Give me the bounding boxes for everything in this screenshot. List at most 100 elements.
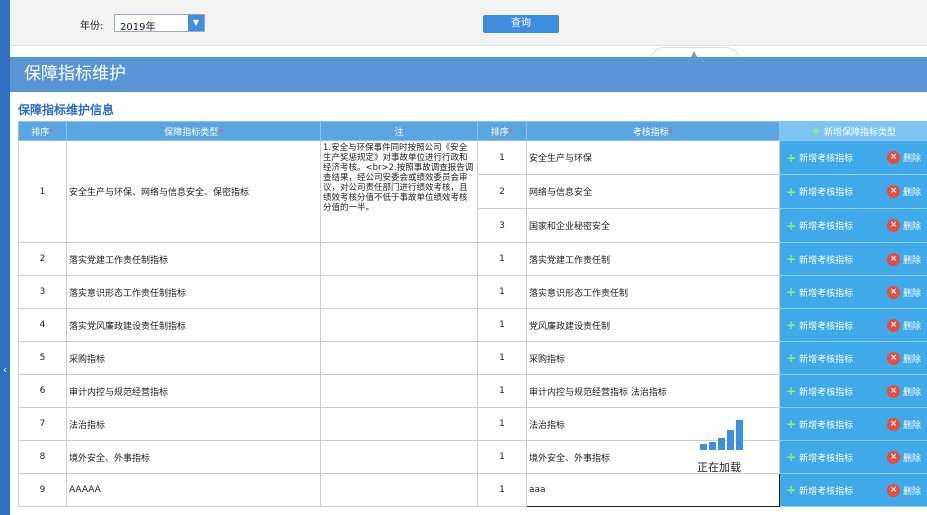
type-name-cell[interactable]: 落实意识形态工作责任制指标 bbox=[66, 275, 321, 309]
note-cell[interactable] bbox=[320, 374, 478, 408]
assess-name-cell[interactable]: 党风廉政建设责任制 bbox=[526, 308, 780, 342]
delete-button[interactable]: × 删除 bbox=[886, 384, 921, 398]
row-actions: + 新增考核指标 × 删除 bbox=[779, 174, 927, 209]
add-assess-button[interactable]: + 新增考核指标 bbox=[786, 385, 853, 398]
delete-button[interactable]: × 删除 bbox=[886, 351, 921, 365]
assess-name-cell[interactable]: 审计内控与规范经营指标 法治指标 bbox=[526, 374, 780, 408]
add-assess-button[interactable]: + 新增考核指标 bbox=[786, 185, 854, 199]
assess-order-cell[interactable]: 1 bbox=[477, 374, 527, 408]
plus-icon: + bbox=[786, 450, 797, 464]
type-name-cell[interactable]: 审计内控与规范经营指标 bbox=[66, 374, 321, 408]
type-order-cell[interactable]: 7 bbox=[18, 407, 67, 441]
type-name-cell[interactable]: 法治指标 bbox=[66, 407, 321, 441]
note-cell[interactable] bbox=[320, 473, 478, 507]
type-order-cell[interactable]: 6 bbox=[18, 374, 67, 408]
assess-order-cell[interactable]: 1 bbox=[477, 440, 527, 474]
assess-name-cell[interactable]: aaa bbox=[526, 473, 780, 507]
delete-button[interactable]: × 删除 bbox=[886, 151, 921, 164]
note-cell[interactable] bbox=[320, 242, 478, 276]
assess-name-cell[interactable]: 国家和企业秘密安全 bbox=[526, 208, 780, 243]
assess-order-cell[interactable]: 2 bbox=[477, 174, 527, 209]
add-assess-button[interactable]: + 新增考核指标 bbox=[786, 352, 853, 365]
add-assess-button[interactable]: + 新增考核指标 bbox=[786, 484, 853, 497]
add-assess-label: 新增考核指标 bbox=[799, 188, 854, 198]
type-order-cell[interactable]: 2 bbox=[18, 242, 67, 276]
col-header-type[interactable]: 保障指标类型* bbox=[66, 121, 321, 141]
col-header-note[interactable]: 注 bbox=[320, 121, 478, 141]
assess-order-cell[interactable]: 1 bbox=[477, 140, 527, 175]
assess-name-cell[interactable]: 安全生产与环保 bbox=[526, 140, 780, 175]
col-header-order2[interactable]: 排序* bbox=[477, 121, 527, 141]
section-title: 保障指标维护信息 bbox=[18, 103, 115, 117]
add-assess-label: 新增考核指标 bbox=[799, 486, 854, 497]
indicator-table: 排序* 保障指标类型* 注 排序* 考核指标* + 新增保障指标类型 1 安全生产与… bbox=[18, 121, 927, 507]
delete-label: 删除 bbox=[902, 420, 921, 431]
row-actions: + 新增考核指标 × 删除 bbox=[779, 341, 927, 375]
plus-icon: + bbox=[786, 150, 797, 165]
delete-button[interactable]: × 删除 bbox=[886, 483, 921, 497]
add-assess-button[interactable]: + 新增考核指标 bbox=[786, 286, 853, 299]
note-cell[interactable] bbox=[320, 440, 478, 474]
col-header-assess[interactable]: 考核指标* bbox=[526, 121, 780, 141]
assess-order-cell[interactable]: 1 bbox=[477, 473, 527, 507]
assess-order-cell[interactable]: 3 bbox=[477, 208, 527, 243]
plus-icon: + bbox=[786, 384, 797, 398]
assess-order-cell[interactable]: 1 bbox=[477, 242, 527, 276]
delete-button[interactable]: × 删除 bbox=[886, 417, 921, 431]
query-button[interactable]: 查询 bbox=[483, 15, 559, 33]
type-name-cell[interactable]: 落实党建工作责任制指标 bbox=[66, 242, 321, 276]
type-name-cell[interactable]: 安全生产与环保、网络与信息安全、保密指标 bbox=[66, 140, 321, 243]
type-order-cell[interactable]: 8 bbox=[18, 440, 67, 474]
type-order-cell[interactable]: 3 bbox=[18, 275, 67, 309]
add-assess-button[interactable]: + 新增考核指标 bbox=[786, 418, 853, 431]
row-actions: + 新增考核指标 × 删除 bbox=[779, 374, 927, 408]
delete-button[interactable]: × 删除 bbox=[886, 318, 921, 332]
delete-button[interactable]: × 删除 bbox=[886, 285, 921, 299]
chevron-left-icon[interactable]: ‹ bbox=[0, 360, 10, 380]
year-select[interactable]: 2019年 ▼ bbox=[114, 14, 205, 33]
assess-name-cell[interactable]: 落实意识形态工作责任制 bbox=[526, 275, 780, 309]
type-name-cell[interactable]: 落实党风廉政建设责任制指标 bbox=[66, 308, 321, 342]
type-order-cell[interactable]: 9 bbox=[18, 473, 67, 507]
note-cell[interactable]: 1.安全与环保事件同时按照公司《安全生产奖惩规定》对事故单位进行行政和经济考核。… bbox=[320, 140, 478, 243]
close-circle-icon: × bbox=[886, 351, 900, 365]
add-assess-button[interactable]: + 新增考核指标 bbox=[786, 219, 853, 233]
delete-button[interactable]: × 删除 bbox=[886, 252, 921, 266]
assess-name-cell[interactable]: 采购指标 bbox=[526, 341, 780, 375]
delete-button[interactable]: × 删除 bbox=[886, 219, 921, 232]
note-cell[interactable] bbox=[320, 308, 478, 342]
delete-label: 删除 bbox=[902, 387, 921, 398]
page-title: 保障指标维护 bbox=[10, 57, 927, 92]
assess-order-cell[interactable]: 1 bbox=[477, 341, 527, 375]
add-assess-button[interactable]: + 新增考核指标 bbox=[786, 150, 854, 165]
add-assess-button[interactable]: + 新增考核指标 bbox=[786, 451, 853, 464]
chevron-down-icon[interactable]: ▼ bbox=[188, 15, 204, 31]
note-cell[interactable] bbox=[320, 275, 478, 309]
assess-name-cell[interactable]: 落实党建工作责任制 bbox=[526, 242, 780, 276]
col-header-order[interactable]: 排序* bbox=[18, 121, 67, 141]
type-name-cell[interactable]: 境外安全、外事指标 bbox=[66, 440, 321, 474]
delete-button[interactable]: × 删除 bbox=[886, 185, 921, 198]
assess-order-cell[interactable]: 1 bbox=[477, 407, 527, 441]
year-label: 年份: bbox=[80, 21, 104, 32]
assess-order-cell[interactable]: 1 bbox=[477, 275, 527, 309]
add-assess-button[interactable]: + 新增考核指标 bbox=[786, 253, 853, 266]
plus-icon: + bbox=[810, 124, 822, 138]
add-indicator-type-button[interactable]: + 新增保障指标类型 bbox=[779, 121, 927, 141]
add-assess-button[interactable]: + 新增考核指标 bbox=[786, 319, 853, 332]
assess-name-cell[interactable]: 网络与信息安全 bbox=[526, 174, 780, 209]
type-order-cell[interactable]: 1 bbox=[18, 140, 67, 243]
note-cell[interactable] bbox=[320, 407, 478, 441]
note-cell[interactable] bbox=[320, 341, 478, 375]
loading-indicator: 正在加载 bbox=[692, 418, 752, 478]
type-name-cell[interactable]: AAAAA bbox=[66, 473, 321, 507]
add-assess-label: 新增考核指标 bbox=[799, 154, 854, 164]
type-order-cell[interactable]: 5 bbox=[18, 341, 67, 375]
delete-button[interactable]: × 删除 bbox=[886, 450, 921, 464]
type-name-cell[interactable]: 采购指标 bbox=[66, 341, 321, 375]
close-circle-icon: × bbox=[886, 318, 900, 332]
table-row: 2 落实党建工作责任制指标 1 落实党建工作责任制 + 新增考核指标 × 删除 bbox=[18, 242, 927, 276]
assess-order-cell[interactable]: 1 bbox=[477, 308, 527, 342]
row-actions: + 新增考核指标 × 删除 bbox=[779, 308, 927, 342]
type-order-cell[interactable]: 4 bbox=[18, 308, 67, 342]
